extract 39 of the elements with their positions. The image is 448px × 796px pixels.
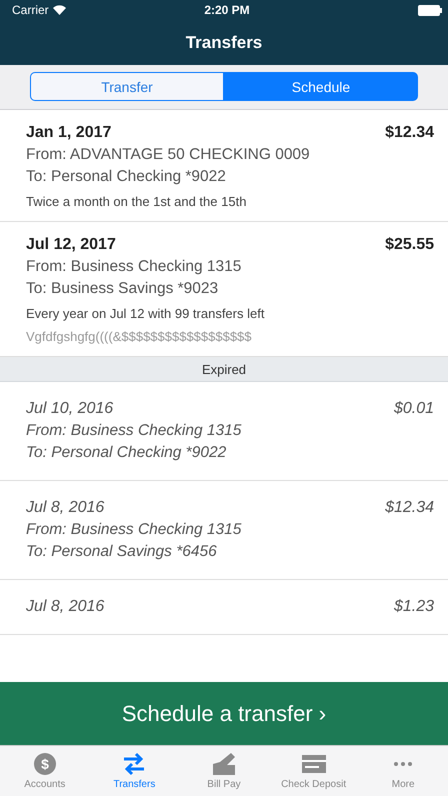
transfer-date: Jan 1, 2017: [26, 124, 112, 142]
transfer-date: Jul 8, 2016: [26, 499, 104, 517]
check-card-icon: [300, 752, 327, 776]
tab-bar-item[interactable]: More: [358, 746, 448, 796]
schedule-text: Twice a month on the 1st and the 15th: [26, 194, 248, 209]
transfer-amount: $12.34: [385, 499, 434, 517]
from-account: From: Business Checking 1315: [26, 521, 242, 539]
segment-tab[interactable]: Schedule: [224, 72, 418, 101]
to-account: To: Personal Savings *6456: [26, 543, 218, 561]
from-account: From: ADVANTAGE 50 CHECKING 0009: [26, 146, 311, 164]
to-account: To: Personal Checking *9022: [26, 444, 228, 462]
more-dots-icon: [394, 762, 412, 766]
segment-tab[interactable]: Transfer: [30, 72, 224, 101]
nav-title: Transfers: [186, 32, 262, 52]
to-account: To: Personal Checking *9022: [26, 168, 227, 186]
battery-icon: [418, 4, 442, 16]
carrier-label: Carrier: [12, 3, 49, 17]
tab-bar-item[interactable]: Bill Pay: [179, 746, 269, 796]
from-account: From: Business Checking 1315: [26, 258, 242, 276]
from-account: From: Business Checking 1315: [26, 422, 242, 440]
transfer-amount: $0.01: [394, 400, 434, 418]
tab-bar-item[interactable]: Transfers: [90, 746, 180, 796]
schedule-transfer-button[interactable]: Schedule a transfer ›: [0, 682, 448, 745]
section-header: Expired: [0, 357, 448, 382]
transfer-date: Jul 10, 2016: [26, 400, 114, 418]
tab-bar-item[interactable]: $ Accounts: [0, 746, 90, 796]
tab-bar-item[interactable]: Check Deposit: [268, 746, 358, 796]
to-account: To: Business Savings *9023: [26, 280, 220, 298]
transfer-amount: $25.55: [385, 236, 434, 254]
schedule-text: Every year on Jul 12 with 99 transfers left: [26, 306, 266, 321]
transfer-amount: $1.23: [394, 598, 434, 616]
envelope-icon: [210, 752, 237, 776]
memo-text: Vgfdfgshgfg((((&$$$$$$$$$$$$$$$$$$: [26, 329, 253, 344]
dollar-icon: $: [32, 752, 58, 776]
status-time: 2:20 PM: [204, 3, 250, 17]
wifi-icon: [52, 5, 66, 15]
transfer-date: Jul 8, 2016: [26, 598, 104, 616]
transfer-date: Jul 12, 2017: [26, 236, 116, 254]
transfer-amount: $12.34: [385, 124, 434, 142]
